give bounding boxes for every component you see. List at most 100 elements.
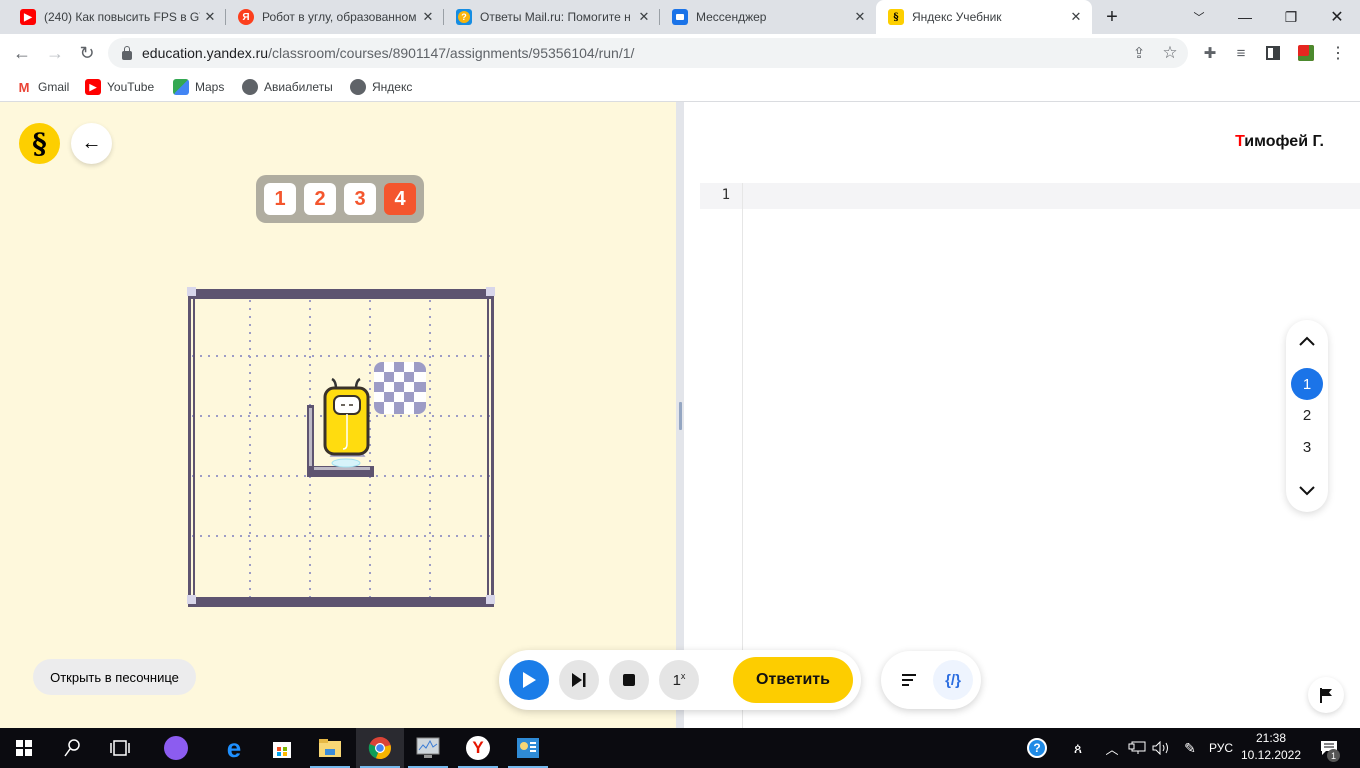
yandex-uchebnik-logo[interactable]: §	[19, 123, 60, 164]
submit-answer-button[interactable]: Ответить	[733, 657, 853, 703]
tab-search-icon[interactable]: ﹀	[1176, 0, 1222, 34]
level-2-button[interactable]: 2	[304, 183, 336, 215]
editor-mode-toggle: {/}	[881, 651, 981, 709]
bookmark-maps[interactable]: Maps	[173, 76, 224, 98]
bookmark-star-icon[interactable]: ☆	[1155, 38, 1185, 68]
file-explorer-icon[interactable]	[306, 728, 354, 768]
chrome-icon[interactable]	[356, 728, 404, 768]
chevron-up-icon[interactable]	[1286, 326, 1328, 356]
tab-messenger[interactable]: Мессенджер ✕	[660, 0, 876, 34]
new-tab-button[interactable]: +	[1090, 0, 1134, 34]
browser-toolbar: ← → ↻ education.yandex.ru/classroom/cour…	[0, 34, 1360, 72]
search-icon[interactable]	[48, 728, 96, 768]
maps-icon	[173, 79, 189, 95]
alice-icon[interactable]	[152, 728, 200, 768]
minimize-button[interactable]: —	[1222, 0, 1268, 34]
side-panel-icon[interactable]	[1258, 38, 1288, 68]
mail-answers-icon: ?	[456, 9, 472, 25]
flag-icon	[1320, 688, 1332, 703]
code-mode-button[interactable]: {/}	[933, 660, 973, 700]
notifications-icon[interactable]: 1	[1312, 728, 1346, 768]
forward-icon[interactable]: →	[40, 38, 70, 68]
close-tab-icon[interactable]: ✕	[634, 9, 654, 25]
volume-icon[interactable]	[1150, 728, 1172, 768]
clock[interactable]: 21:38 10.12.2022	[1240, 730, 1302, 766]
bookmark-gmail[interactable]: M Gmail	[16, 76, 70, 98]
youtube-icon: ▶	[20, 9, 36, 25]
globe-icon	[242, 79, 258, 95]
back-button[interactable]: ←	[71, 123, 112, 164]
browser-tab-strip: ▶ (240) Как повысить FPS в GTA ✕ Я Робот…	[0, 0, 1360, 34]
step-item-2[interactable]: 2	[1291, 399, 1323, 431]
close-tab-icon[interactable]: ✕	[850, 9, 870, 25]
level-3-button[interactable]: 3	[344, 183, 376, 215]
tab-youtube[interactable]: ▶ (240) Как повысить FPS в GTA ✕	[8, 0, 226, 34]
reload-icon[interactable]: ↻	[72, 38, 102, 68]
level-4-button[interactable]: 4	[384, 183, 416, 215]
notification-count: 1	[1327, 749, 1340, 762]
report-button[interactable]	[1308, 677, 1344, 713]
chevron-down-icon[interactable]	[1286, 476, 1328, 506]
profile-avatar[interactable]	[1291, 38, 1321, 68]
stop-icon	[623, 674, 635, 686]
people-icon[interactable]: ጰ	[1064, 728, 1092, 768]
show-hidden-icons[interactable]: ︿	[1102, 728, 1122, 768]
code-braces-icon: {/}	[945, 671, 961, 689]
active-line	[700, 183, 1360, 209]
globe-icon	[350, 79, 366, 95]
step-item-3[interactable]: 3	[1291, 431, 1323, 463]
browser-menu-icon[interactable]: ⋮	[1323, 38, 1353, 68]
windows-start-icon[interactable]	[0, 728, 48, 768]
user-name[interactable]: Тимофей Г.	[1235, 133, 1324, 151]
pen-icon[interactable]: ✎	[1178, 728, 1202, 768]
text-mode-button[interactable]	[889, 660, 929, 700]
help-icon[interactable]: ?	[1022, 728, 1052, 768]
close-tab-icon[interactable]: ✕	[418, 9, 438, 25]
arrow-left-icon: ←	[81, 132, 102, 154]
code-editor[interactable]: 1	[700, 183, 1360, 728]
address-bar[interactable]: education.yandex.ru/classroom/courses/89…	[108, 38, 1188, 68]
stop-button[interactable]	[609, 660, 649, 700]
step-button[interactable]	[559, 660, 599, 700]
pane-splitter[interactable]	[676, 102, 684, 728]
close-window-button[interactable]: ✕	[1314, 0, 1360, 34]
close-tab-icon[interactable]: ✕	[1066, 9, 1086, 25]
resource-monitor-icon[interactable]	[404, 728, 452, 768]
step-item-1[interactable]: 1	[1291, 368, 1323, 400]
level-1-button[interactable]: 1	[264, 183, 296, 215]
share-icon[interactable]: ⇪	[1124, 38, 1154, 68]
robot	[323, 377, 370, 468]
media-control-icon[interactable]: ≡	[1226, 38, 1256, 68]
language-indicator[interactable]: РУС	[1206, 728, 1236, 768]
bookmarks-bar: M Gmail ▶ YouTube Maps Авиабилеты Яндекс	[0, 72, 1360, 102]
run-controls: 1x Ответить	[499, 650, 861, 710]
yandex-browser-icon[interactable]: Y	[454, 728, 502, 768]
splitter-handle[interactable]	[679, 402, 682, 430]
task-pane: § ← 1 2 3 4 Открыть в песочнице	[0, 102, 676, 728]
messenger-icon	[672, 9, 688, 25]
bookmark-aviabilety[interactable]: Авиабилеты	[242, 76, 333, 98]
edge-icon[interactable]: e	[210, 728, 258, 768]
bookmark-yandex[interactable]: Яндекс	[350, 76, 412, 98]
restore-button[interactable]: ❐	[1268, 0, 1314, 34]
tab-yandex-search[interactable]: Я Робот в углу, образованном ✕	[226, 0, 444, 34]
robot-field	[187, 287, 495, 607]
extensions-icon[interactable]: ✚	[1195, 38, 1225, 68]
lock-icon	[122, 45, 132, 60]
back-icon[interactable]: ←	[7, 38, 37, 68]
tab-mail-answers[interactable]: ? Ответы Mail.ru: Помогите н ✕	[444, 0, 660, 34]
line-number: 1	[721, 187, 730, 203]
target-cell	[374, 362, 426, 414]
yandex-icon: Я	[238, 9, 254, 25]
tab-yandex-uchebnik[interactable]: § Яндекс Учебник ✕	[876, 0, 1092, 34]
task-view-icon[interactable]	[96, 728, 144, 768]
bookmark-youtube[interactable]: ▶ YouTube	[85, 76, 154, 98]
close-tab-icon[interactable]: ✕	[200, 9, 220, 25]
open-sandbox-button[interactable]: Открыть в песочнице	[33, 659, 196, 695]
play-button[interactable]	[509, 660, 549, 700]
control-panel-icon[interactable]	[504, 728, 552, 768]
speed-button[interactable]: 1x	[659, 660, 699, 700]
network-icon[interactable]	[1126, 728, 1148, 768]
store-icon[interactable]	[258, 728, 306, 768]
editor-pane: Тимофей Г. 1 1 2 3	[684, 102, 1360, 728]
